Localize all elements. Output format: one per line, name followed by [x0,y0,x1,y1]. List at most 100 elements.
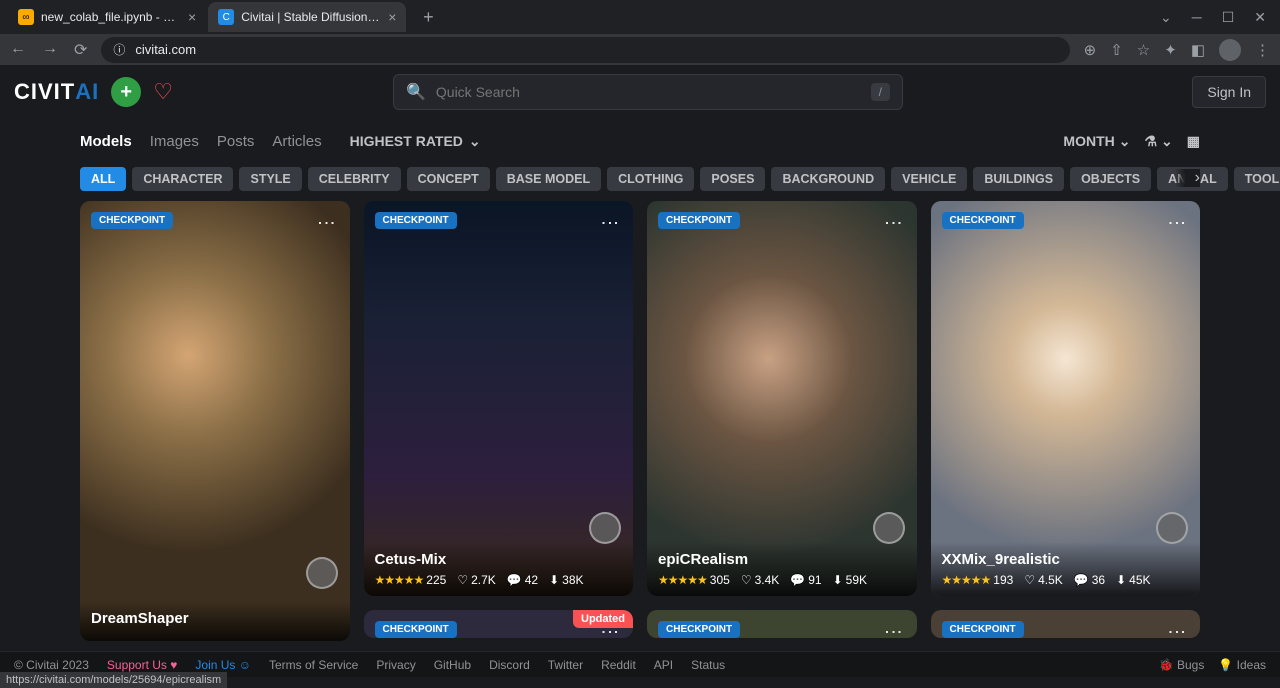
tag-basemodel[interactable]: BASE MODEL [496,167,601,191]
heart-icon: ♡ [457,573,468,587]
creator-avatar[interactable] [306,557,338,589]
card-footer: epiCRealism ★★★★★305 ♡3.4K 💬91 ⬇59K [647,542,917,596]
nav-controls: MONTH ⌄ ⚗⌄ ▦ [1063,133,1200,150]
model-card-peek[interactable]: Updated CHECKPOINT ⋮ [364,610,634,638]
tab-posts[interactable]: Posts [217,133,255,150]
tag-celebrity[interactable]: CELEBRITY [308,167,401,191]
card-menu-icon[interactable]: ⋮ [1166,214,1188,230]
chevron-down-icon: ⌄ [1119,133,1131,150]
model-card-peek[interactable]: CHECKPOINT ⋮ [647,610,917,638]
tag-style[interactable]: STYLE [239,167,301,191]
civitai-logo[interactable]: CIVITAI [14,79,99,105]
rating-count: 225 [426,573,446,587]
footer-api[interactable]: API [654,658,673,672]
close-icon[interactable]: × [188,9,196,25]
footer-github[interactable]: GitHub [434,658,471,672]
period-dropdown[interactable]: MONTH ⌄ [1063,133,1130,150]
tab-images[interactable]: Images [150,133,199,150]
tag-clothing[interactable]: CLOTHING [607,167,694,191]
model-card-dreamshaper[interactable]: CHECKPOINT ⋮ DreamShaper [80,201,350,641]
footer-bugs[interactable]: 🐞 Bugs [1159,658,1205,672]
share-icon[interactable]: ⇧ [1110,41,1123,59]
create-button[interactable]: + [111,77,141,107]
sidepanel-icon[interactable]: ◧ [1191,41,1205,59]
checkpoint-badge: CHECKPOINT [658,212,740,229]
tag-background[interactable]: BACKGROUND [771,167,885,191]
card-menu-icon[interactable]: ⋮ [316,214,338,230]
profile-avatar[interactable] [1219,39,1241,61]
install-icon[interactable]: ⊕ [1084,41,1097,59]
tag-poses[interactable]: POSES [700,167,765,191]
tag-concept[interactable]: CONCEPT [407,167,490,191]
creator-avatar[interactable] [873,512,905,544]
tag-objects[interactable]: OBJECTS [1070,167,1151,191]
model-card-cetusmix[interactable]: CHECKPOINT ⋮ Cetus-Mix ★★★★★225 ♡2.7K 💬4… [364,201,634,596]
reload-icon[interactable]: ⟳ [74,40,87,60]
model-card-peek[interactable]: CHECKPOINT ⋮ [931,610,1201,638]
search-input[interactable] [436,84,861,100]
browser-tab-colab[interactable]: ∞ new_colab_file.ipynb - Colaborat × [8,2,206,32]
card-title: epiCRealism [658,551,906,568]
site-info-icon[interactable]: ⓘ [113,41,125,58]
browser-tab-civitai[interactable]: C Civitai | Stable Diffusion models, × [208,2,406,32]
nav-buttons: ← → ⟳ [10,40,87,60]
card-menu-icon[interactable]: ⋮ [1166,623,1188,638]
footer-privacy[interactable]: Privacy [376,658,415,672]
address-field[interactable]: ⓘ civitai.com [101,37,1069,63]
footer-reddit[interactable]: Reddit [601,658,636,672]
filter-button[interactable]: ⚗⌄ [1144,133,1172,150]
tag-buildings[interactable]: BUILDINGS [973,167,1064,191]
new-tab-button[interactable]: + [414,3,442,31]
kebab-icon[interactable]: ⋮ [1255,41,1270,59]
updated-badge: Updated [573,610,633,628]
like-count: 4.5K [1038,573,1063,587]
tag-all[interactable]: ALL [80,167,126,191]
grid-col: CHECKPOINT ⋮ Cetus-Mix ★★★★★225 ♡2.7K 💬4… [364,201,634,641]
search-box[interactable]: 🔍 / [393,74,903,110]
extensions-icon[interactable]: ✦ [1164,41,1177,59]
footer-join[interactable]: Join Us ☺ [195,658,251,672]
signin-button[interactable]: Sign In [1192,76,1266,108]
tag-vehicle[interactable]: VEHICLE [891,167,967,191]
minimize-icon[interactable]: ─ [1192,9,1202,26]
checkpoint-badge: CHECKPOINT [375,212,457,229]
heart-icon[interactable]: ♡ [153,79,173,105]
footer-twitter[interactable]: Twitter [548,658,583,672]
creator-avatar[interactable] [589,512,621,544]
close-window-icon[interactable]: ✕ [1254,9,1266,26]
creator-avatar[interactable] [1156,512,1188,544]
scroll-right-icon[interactable]: › [1175,169,1200,187]
close-icon[interactable]: × [388,9,396,25]
chevron-down-icon: ⌄ [469,133,481,150]
tag-character[interactable]: CHARACTER [132,167,233,191]
grid-col: CHECKPOINT ⋮ epiCRealism ★★★★★305 ♡3.4K … [647,201,917,641]
colab-favicon-icon: ∞ [18,9,34,25]
logo-text-b: AI [75,79,99,105]
model-card-xxmix[interactable]: CHECKPOINT ⋮ XXMix_9realistic ★★★★★193 ♡… [931,201,1201,596]
content-tabs: Models Images Posts Articles [80,133,322,150]
maximize-icon[interactable]: ☐ [1222,9,1235,26]
footer-discord[interactable]: Discord [489,658,530,672]
url-text: civitai.com [135,42,196,57]
search-shortcut: / [871,83,890,101]
tab-articles[interactable]: Articles [272,133,321,150]
chevron-down-icon[interactable]: ⌄ [1160,9,1172,26]
comment-icon: 💬 [790,573,805,587]
card-menu-icon[interactable]: ⋮ [883,214,905,230]
footer-tos[interactable]: Terms of Service [269,658,358,672]
sort-dropdown[interactable]: HIGHEST RATED ⌄ [350,133,481,150]
forward-icon[interactable]: → [42,40,58,60]
card-menu-icon[interactable]: ⋮ [883,623,905,638]
model-card-epicrealism[interactable]: CHECKPOINT ⋮ epiCRealism ★★★★★305 ♡3.4K … [647,201,917,596]
footer-ideas[interactable]: 💡 Ideas [1218,658,1266,672]
tab-models[interactable]: Models [80,133,132,150]
footer-support[interactable]: Support Us ♥ [107,658,178,672]
tag-filter-row: ALL CHARACTER STYLE CELEBRITY CONCEPT BA… [0,163,1280,201]
tag-tool[interactable]: TOOL [1234,167,1280,191]
layout-grid-icon[interactable]: ▦ [1187,133,1200,150]
bookmark-icon[interactable]: ☆ [1137,41,1150,59]
card-menu-icon[interactable]: ⋮ [599,214,621,230]
card-footer: Cetus-Mix ★★★★★225 ♡2.7K 💬42 ⬇38K [364,542,634,596]
back-icon[interactable]: ← [10,40,26,60]
footer-status[interactable]: Status [691,658,725,672]
